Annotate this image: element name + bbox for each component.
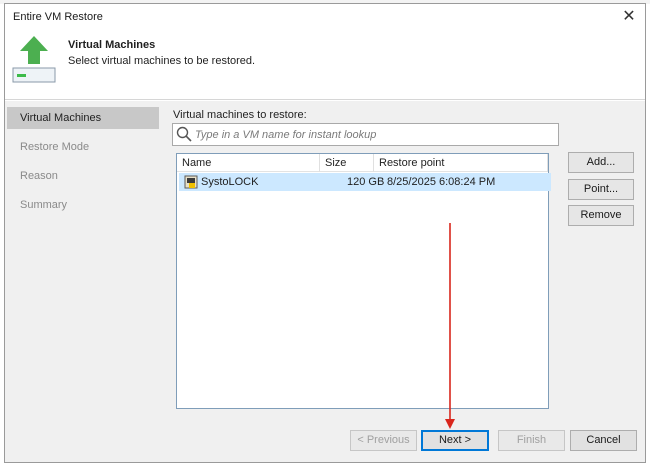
- remove-button[interactable]: Remove: [568, 205, 634, 226]
- page-title: Virtual Machines: [68, 39, 156, 51]
- close-icon[interactable]: ✕: [619, 7, 639, 27]
- sidebar-item-restore-mode[interactable]: Restore Mode: [7, 136, 159, 158]
- wizard-header: Virtual Machines Select virtual machines…: [5, 30, 645, 100]
- vm-name-cell: SystoLOCK: [201, 176, 259, 188]
- cancel-button[interactable]: Cancel: [570, 430, 637, 451]
- previous-button[interactable]: < Previous: [350, 430, 417, 451]
- sidebar-item-summary[interactable]: Summary: [7, 194, 159, 216]
- page-subtitle: Select virtual machines to be restored.: [68, 55, 256, 67]
- window-title: Entire VM Restore: [13, 11, 103, 23]
- sidebar-item-reason[interactable]: Reason: [7, 165, 159, 187]
- vm-table[interactable]: Name Size Restore point SystoLOCK 120 GB…: [176, 153, 551, 409]
- column-header-size[interactable]: Size: [320, 154, 374, 172]
- search-input[interactable]: [195, 126, 555, 143]
- column-header-restore-point[interactable]: Restore point: [374, 154, 548, 172]
- table-header: Name Size Restore point: [177, 154, 548, 172]
- search-icon: [176, 126, 192, 142]
- point-button[interactable]: Point...: [568, 179, 634, 200]
- sidebar-item-virtual-machines[interactable]: Virtual Machines: [7, 107, 159, 129]
- vm-list-label: Virtual machines to restore:: [173, 109, 307, 121]
- wizard-steps-sidebar: Virtual Machines Restore Mode Reason Sum…: [5, 101, 162, 462]
- restore-upload-icon: [12, 36, 56, 83]
- vm-size-cell: 120 GB: [347, 176, 385, 188]
- vm-icon: [184, 175, 198, 189]
- add-button[interactable]: Add...: [568, 152, 634, 173]
- finish-button[interactable]: Finish: [498, 430, 565, 451]
- entire-vm-restore-dialog: Entire VM Restore ✕ Virtual Machines Sel…: [4, 3, 646, 463]
- table-row[interactable]: SystoLOCK 120 GB 8/25/2025 6:08:24 PM: [179, 173, 551, 191]
- main-content: Virtual machines to restore: Name Size R…: [162, 101, 645, 462]
- column-header-name[interactable]: Name: [177, 154, 320, 172]
- next-button[interactable]: Next >: [421, 430, 489, 451]
- search-box[interactable]: [172, 123, 559, 146]
- title-bar: Entire VM Restore ✕: [5, 4, 645, 30]
- vm-restore-point-cell: 8/25/2025 6:08:24 PM: [387, 176, 496, 188]
